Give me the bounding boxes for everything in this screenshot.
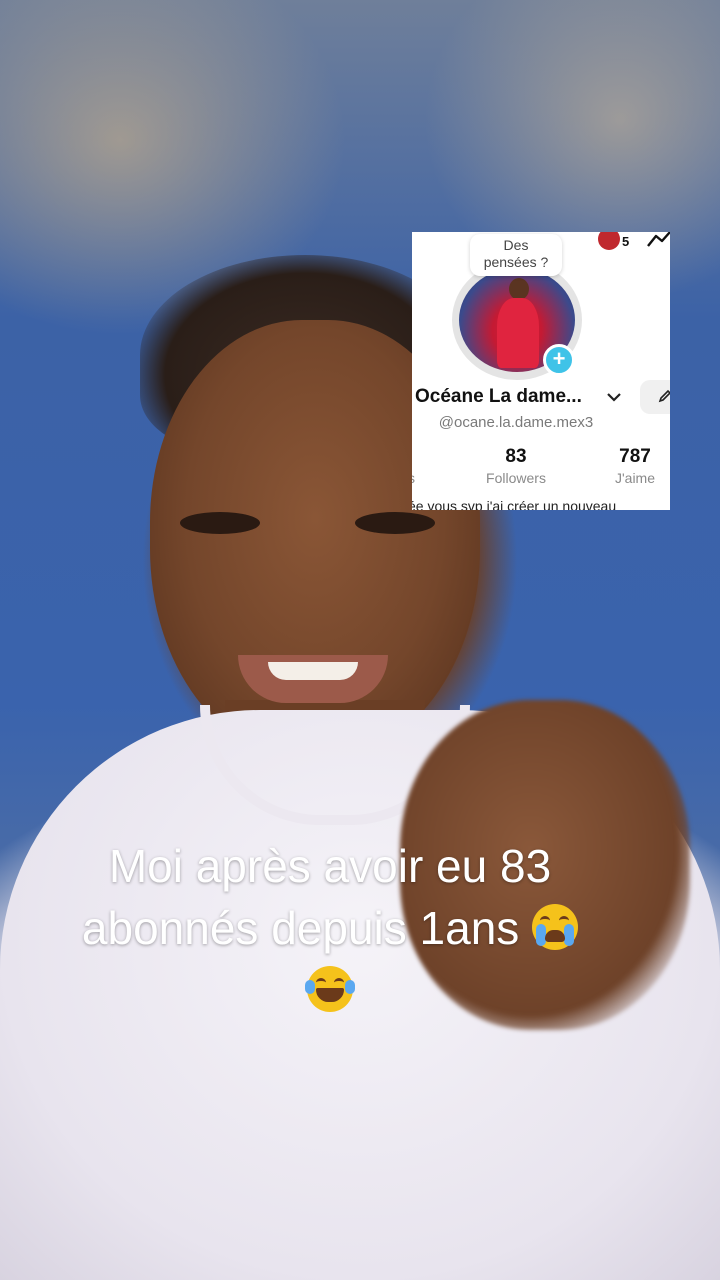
notification-count: 5: [622, 234, 630, 249]
following-label-cut: s: [412, 470, 415, 486]
caption-line-2: abonnés depuis 1ans: [40, 897, 620, 959]
edit-profile-button[interactable]: [640, 380, 670, 414]
profile-handle: @ocane.la.dame.mex3: [438, 414, 594, 431]
loudly-crying-face-icon: [532, 904, 579, 950]
thought-line-1: Des: [503, 237, 529, 253]
chevron-down-icon[interactable]: [605, 388, 623, 406]
profile-screenshot-overlay: Des pensées ? + 5 Océane La dame... @oca…: [412, 232, 670, 510]
profile-name[interactable]: Océane La dame...: [415, 386, 582, 408]
thought-line-2: pensées ?: [483, 254, 549, 270]
add-story-plus-icon[interactable]: +: [543, 344, 575, 376]
caption-line-2-text: abonnés depuis 1ans: [81, 902, 520, 954]
followers-count: 83: [505, 446, 527, 467]
thought-bubble[interactable]: Des pensées ?: [470, 234, 562, 276]
profile-bio: ée vous svp j'ai créer un nouveau: [412, 498, 617, 510]
followers-label: Followers: [486, 470, 546, 486]
video-background: [0, 0, 720, 1280]
pencil-icon: [658, 389, 670, 403]
followers-stat[interactable]: 83 Followers: [476, 446, 556, 486]
share-icon[interactable]: [646, 232, 670, 250]
caption-line-1: Moi après avoir eu 83: [108, 840, 552, 892]
likes-count: 787: [619, 446, 651, 467]
caption-line-3: [40, 959, 620, 1021]
left-eye: [180, 512, 260, 534]
video-caption: Moi après avoir eu 83 abonnés depuis 1an…: [40, 835, 620, 1021]
likes-label: J'aime: [614, 470, 656, 486]
likes-stat[interactable]: 787 J'aime: [600, 446, 670, 486]
tears-of-joy-icon: [305, 966, 355, 1012]
right-eye: [355, 512, 435, 534]
avatar-person-head: [509, 278, 529, 300]
friend-avatar-icon[interactable]: [598, 232, 620, 250]
avatar-red-dress: [497, 298, 539, 368]
teeth: [268, 662, 358, 680]
